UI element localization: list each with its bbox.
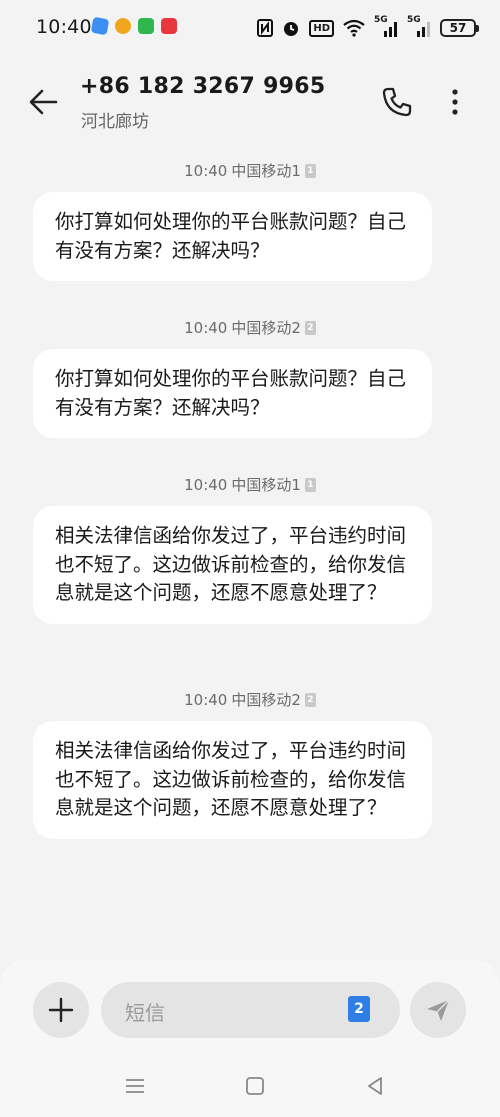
status-app-icons [90, 16, 177, 36]
send-button[interactable] [410, 982, 466, 1038]
message-meta: 10:40 中国移动1 1 [0, 474, 500, 495]
nav-back-button[interactable] [362, 1074, 388, 1098]
message-bubble[interactable]: 你打算如何处理你的平台账款问题？自己有没有方案？还解决吗？ [33, 349, 432, 438]
contact-location: 河北廊坊 [81, 112, 149, 132]
phone-icon [382, 87, 412, 117]
menu-icon [126, 1079, 144, 1093]
message-bubble[interactable]: 相关法律信函给你发过了，平台违约时间也不短了。这边做诉前检查的，给你发信息就是这… [33, 506, 432, 624]
sms-conversation-screen: 10:40 HD 5G 5G 57 +86 182 3267 9965 河北廊坊… [0, 0, 500, 1117]
sim-badge-icon: 1 [304, 163, 316, 178]
message-time: 10:40 [184, 161, 228, 180]
message-carrier: 中国移动2 [231, 319, 301, 337]
message-carrier: 中国移动1 [231, 162, 301, 180]
status-indicators: HD 5G 5G 57 [257, 15, 479, 40]
app-notification-icon [90, 16, 110, 36]
call-button[interactable] [380, 85, 414, 119]
send-icon [427, 999, 450, 1021]
square-icon [246, 1077, 264, 1095]
conversation-header: +86 182 3267 9965 河北廊坊 [0, 62, 500, 142]
status-time: 10:40 [36, 16, 92, 38]
message-carrier: 中国移动2 [231, 691, 301, 709]
weibo-notification-icon [115, 18, 131, 34]
back-button[interactable] [26, 84, 62, 120]
sim-badge-icon: 2 [304, 320, 316, 335]
signal-5g-sim1-icon: 5G [374, 15, 398, 39]
status-bar: 10:40 HD 5G 5G 57 [0, 0, 500, 58]
wechat-notification-icon [138, 18, 154, 34]
message-time: 10:40 [184, 318, 228, 337]
hd-icon: HD [309, 17, 334, 39]
message-input[interactable]: 短信 2 [101, 982, 400, 1038]
message-input-placeholder: 短信 [125, 1001, 165, 1025]
plus-icon [48, 997, 74, 1023]
message-meta: 10:40 中国移动1 1 [0, 160, 500, 181]
message-bubble[interactable]: 你打算如何处理你的平台账款问题？自己有没有方案？还解决吗？ [33, 192, 432, 281]
wifi-icon [343, 17, 365, 39]
more-vertical-icon [452, 89, 458, 115]
contact-number: +86 182 3267 9965 [80, 74, 326, 99]
home-button[interactable] [242, 1074, 268, 1098]
system-navigation-bar [0, 1066, 500, 1106]
message-time: 10:40 [184, 475, 228, 494]
message-meta: 10:40 中国移动2 2 [0, 689, 500, 710]
toutiao-notification-icon [161, 18, 177, 34]
alarm-icon [282, 17, 300, 39]
sim-badge-icon: 2 [304, 692, 316, 707]
recents-button[interactable] [122, 1074, 148, 1098]
sim-badge-icon: 1 [304, 477, 316, 492]
triangle-back-icon [368, 1077, 382, 1095]
sim-select-button[interactable]: 2 [348, 996, 370, 1022]
nfc-icon [257, 17, 274, 39]
add-attachment-button[interactable] [33, 982, 89, 1038]
message-carrier: 中国移动1 [231, 476, 301, 494]
battery-indicator: 57 [440, 19, 479, 37]
message-time: 10:40 [184, 690, 228, 709]
signal-5g-sim2-icon: 5G [407, 15, 431, 39]
message-meta: 10:40 中国移动2 2 [0, 317, 500, 338]
more-options-button[interactable] [440, 85, 470, 119]
message-bubble[interactable]: 相关法律信函给你发过了，平台违约时间也不短了。这边做诉前检查的，给你发信息就是这… [33, 721, 432, 839]
arrow-left-icon [29, 89, 58, 115]
